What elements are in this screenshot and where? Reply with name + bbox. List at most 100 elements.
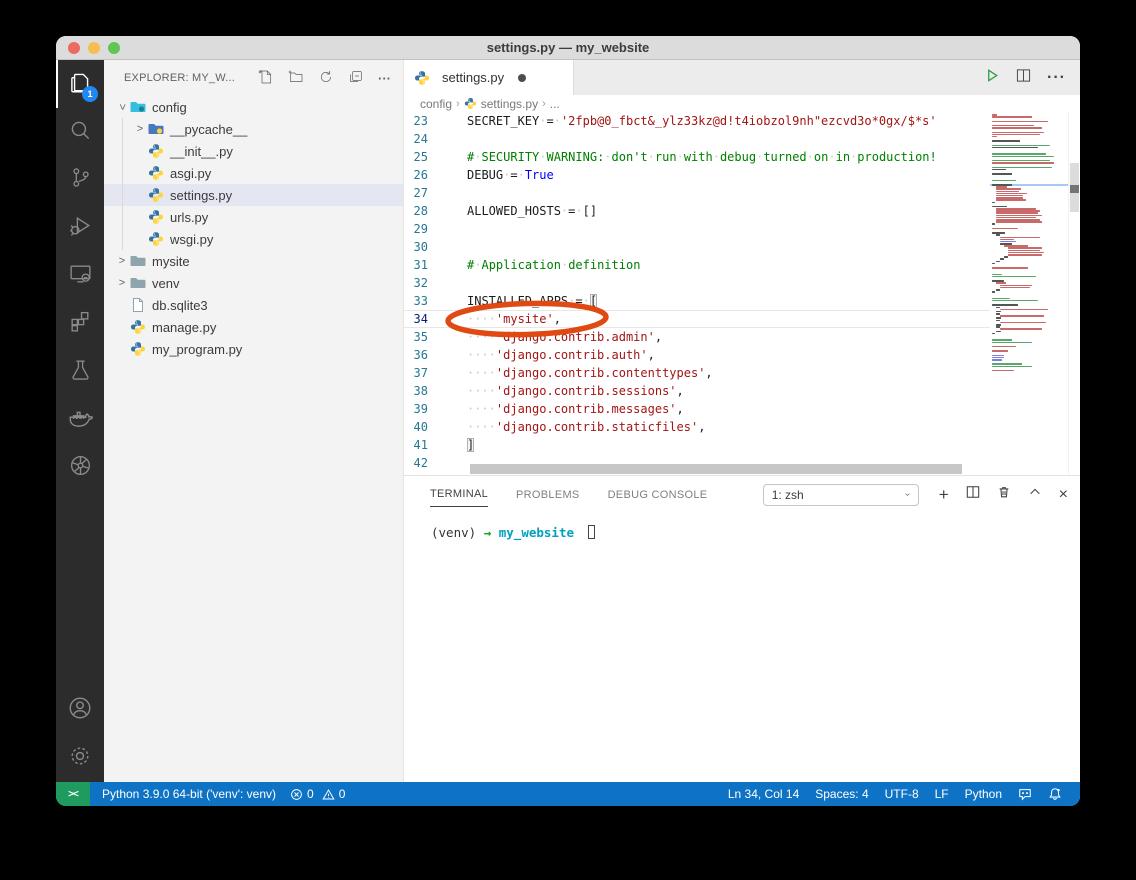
shell-dropdown-value: 1: zsh xyxy=(772,488,804,502)
minimap-line xyxy=(990,370,1068,372)
line-number: 28 xyxy=(404,202,428,220)
close-panel-icon[interactable]: × xyxy=(1059,486,1068,504)
terminal-cursor xyxy=(588,525,595,539)
code-line-35[interactable]: 35····'django.contrib.admin', xyxy=(404,328,990,346)
new-terminal-icon[interactable]: + xyxy=(939,485,949,505)
tree-item--init-py[interactable]: __init__.py xyxy=(104,140,403,162)
terminal-output[interactable]: (venv) → my_website xyxy=(404,513,1080,782)
tree-item-config[interactable]: >config xyxy=(104,96,403,118)
code-line-40[interactable]: 40····'django.contrib.staticfiles', xyxy=(404,418,990,436)
eol-button[interactable]: LF xyxy=(927,787,957,801)
file-icon xyxy=(148,231,164,247)
settings-gear-icon xyxy=(67,743,93,774)
new-file-icon[interactable] xyxy=(258,69,274,88)
code-line-33[interactable]: 33INSTALLED_APPS·=·[ xyxy=(404,292,990,310)
refresh-icon[interactable] xyxy=(318,69,334,88)
indentation-button[interactable]: Spaces: 4 xyxy=(807,787,876,801)
tree-item-venv[interactable]: >venv xyxy=(104,272,403,294)
notifications-bell-icon[interactable] xyxy=(1040,787,1070,801)
code-line-31[interactable]: 31#·Application·definition xyxy=(404,256,990,274)
code-line-28[interactable]: 28ALLOWED_HOSTS·=·[] xyxy=(404,202,990,220)
tree-item-label: __pycache__ xyxy=(170,122,247,137)
code-line-41[interactable]: 41] xyxy=(404,436,990,454)
tree-item-label: wsgi.py xyxy=(170,232,213,247)
split-terminal-icon[interactable] xyxy=(966,485,980,504)
run-debug-icon xyxy=(68,213,93,243)
terminal-shell-dropdown[interactable]: 1: zsh › xyxy=(763,484,919,506)
run-debug-activity-button[interactable] xyxy=(56,204,104,252)
tree-item-my-program-py[interactable]: my_program.py xyxy=(104,338,403,360)
run-python-file-button[interactable] xyxy=(985,68,1000,88)
kill-terminal-icon[interactable] xyxy=(997,485,1011,504)
tab-debug-console[interactable]: DEBUG CONSOLE xyxy=(608,483,708,507)
remote-indicator-button[interactable]: >< xyxy=(56,782,90,806)
python-file-icon xyxy=(464,97,477,110)
code-line-24[interactable]: 24 xyxy=(404,130,990,148)
line-number: 32 xyxy=(404,274,428,292)
split-editor-icon[interactable] xyxy=(1016,68,1031,88)
tree-item-mysite[interactable]: >mysite xyxy=(104,250,403,272)
code-line-27[interactable]: 27 xyxy=(404,184,990,202)
code-line-25[interactable]: 25#·SECURITY·WARNING:·don't·run·with·deb… xyxy=(404,148,990,166)
new-folder-icon[interactable] xyxy=(288,69,304,88)
extensions-activity-button[interactable] xyxy=(56,300,104,348)
code-editor[interactable]: 23SECRET_KEY·=·'2fpb@0_fbct&_ylz33kz@d!t… xyxy=(404,112,1080,475)
file-icon xyxy=(130,297,146,313)
code-line-34[interactable]: 34····'mysite', xyxy=(404,310,990,328)
code-line-23[interactable]: 23SECRET_KEY·=·'2fpb@0_fbct&_ylz33kz@d!t… xyxy=(404,112,990,130)
code-line-36[interactable]: 36····'django.contrib.auth', xyxy=(404,346,990,364)
line-number: 23 xyxy=(404,112,428,130)
search-activity-button[interactable] xyxy=(56,108,104,156)
code-line-38[interactable]: 38····'django.contrib.sessions', xyxy=(404,382,990,400)
line-number: 39 xyxy=(404,400,428,418)
breadcrumb-settings-py[interactable]: settings.py xyxy=(481,97,538,111)
tree-item-settings-py[interactable]: settings.py xyxy=(104,184,403,206)
python-interpreter-button[interactable]: Python 3.9.0 64-bit ('venv': venv) xyxy=(90,787,283,801)
code-line-30[interactable]: 30 xyxy=(404,238,990,256)
unsaved-dot-icon[interactable] xyxy=(518,74,526,82)
source-control-activity-button[interactable] xyxy=(56,156,104,204)
code-line-39[interactable]: 39····'django.contrib.messages', xyxy=(404,400,990,418)
breadcrumb-config[interactable]: config xyxy=(420,97,452,111)
code-line-29[interactable]: 29 xyxy=(404,220,990,238)
line-number: 41 xyxy=(404,436,428,454)
settings-gear-button[interactable] xyxy=(56,734,104,782)
encoding-button[interactable]: UTF-8 xyxy=(877,787,927,801)
line-number: 30 xyxy=(404,238,428,256)
kubernetes-activity-button[interactable] xyxy=(56,444,104,492)
chevron-icon: > xyxy=(114,277,130,289)
line-number: 26 xyxy=(404,166,428,184)
breadcrumb-symbol[interactable]: ... xyxy=(550,97,560,111)
tree-item--pycache-[interactable]: >__pycache__ xyxy=(104,118,403,140)
vertical-scrollbar[interactable] xyxy=(1068,112,1080,475)
tree-item-manage-py[interactable]: manage.py xyxy=(104,316,403,338)
tree-item-asgi-py[interactable]: asgi.py xyxy=(104,162,403,184)
explorer-activity-button[interactable]: 1 xyxy=(56,60,104,108)
test-beaker-activity-button[interactable] xyxy=(56,348,104,396)
tree-item-urls-py[interactable]: urls.py xyxy=(104,206,403,228)
account-button[interactable] xyxy=(56,686,104,734)
code-line-37[interactable]: 37····'django.contrib.contenttypes', xyxy=(404,364,990,382)
remote-explorer-activity-button[interactable] xyxy=(56,252,104,300)
tree-item-label: asgi.py xyxy=(170,166,211,181)
tree-item-db-sqlite3[interactable]: db.sqlite3 xyxy=(104,294,403,316)
status-bar: >< Python 3.9.0 64-bit ('venv': venv) 0 … xyxy=(56,782,1080,806)
code-line-26[interactable]: 26DEBUG·=·True xyxy=(404,166,990,184)
language-mode-button[interactable]: Python xyxy=(957,787,1010,801)
tree-item-wsgi-py[interactable]: wsgi.py xyxy=(104,228,403,250)
more-editor-actions-icon[interactable]: ··· xyxy=(1047,69,1066,87)
problems-button[interactable]: 0 0 xyxy=(283,787,352,801)
minimap[interactable] xyxy=(990,112,1068,475)
tab-settings-py[interactable]: settings.py xyxy=(404,60,574,95)
tab-terminal[interactable]: TERMINAL xyxy=(430,482,488,507)
tab-problems[interactable]: PROBLEMS xyxy=(516,483,580,507)
docker-activity-button[interactable] xyxy=(56,396,104,444)
explorer-badge: 1 xyxy=(82,86,98,102)
code-line-32[interactable]: 32 xyxy=(404,274,990,292)
more-actions-icon[interactable]: ··· xyxy=(378,71,391,86)
horizontal-scrollbar[interactable] xyxy=(470,464,962,474)
cursor-position-button[interactable]: Ln 34, Col 14 xyxy=(720,787,807,801)
collapse-editors-icon[interactable] xyxy=(348,69,364,88)
maximize-panel-icon[interactable] xyxy=(1028,485,1042,504)
feedback-icon[interactable] xyxy=(1010,787,1040,801)
